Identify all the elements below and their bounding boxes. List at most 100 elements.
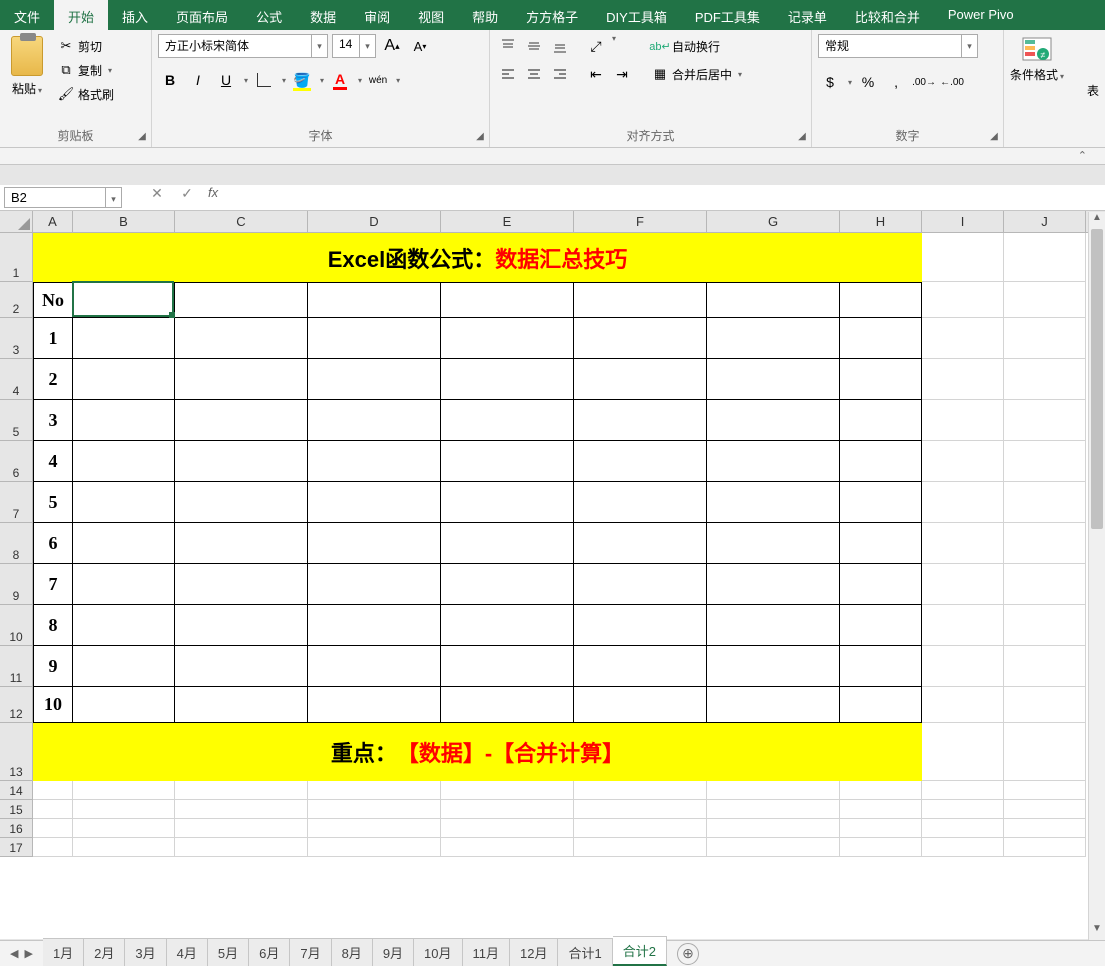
cell[interactable]: 1 bbox=[33, 318, 73, 359]
cell[interactable] bbox=[707, 781, 840, 800]
cell[interactable] bbox=[308, 800, 441, 819]
cell[interactable] bbox=[922, 282, 1004, 318]
cell[interactable] bbox=[1004, 605, 1086, 646]
cell[interactable] bbox=[308, 282, 441, 318]
cell[interactable] bbox=[73, 482, 175, 523]
cell[interactable] bbox=[574, 781, 707, 800]
col-header-D[interactable]: D bbox=[308, 211, 441, 232]
underline-button[interactable]: U bbox=[214, 68, 238, 92]
cell[interactable] bbox=[922, 800, 1004, 819]
cell[interactable] bbox=[308, 482, 441, 523]
row-header-12[interactable]: 12 bbox=[0, 687, 33, 723]
cell[interactable] bbox=[840, 646, 922, 687]
sheet-tab-1月[interactable]: 1月 bbox=[43, 938, 84, 966]
cell[interactable] bbox=[707, 564, 840, 605]
cell[interactable] bbox=[175, 564, 308, 605]
align-center-button[interactable] bbox=[522, 62, 546, 86]
cell[interactable] bbox=[73, 781, 175, 800]
sheet-tab-4月[interactable]: 4月 bbox=[167, 938, 208, 966]
cell[interactable] bbox=[922, 723, 1004, 781]
decrease-decimal-button[interactable]: ←.00 bbox=[940, 70, 964, 94]
cell[interactable] bbox=[175, 318, 308, 359]
border-button[interactable] bbox=[252, 68, 276, 92]
menu-tab-6[interactable]: 审阅 bbox=[350, 0, 404, 30]
cell[interactable] bbox=[1004, 441, 1086, 482]
cell[interactable] bbox=[840, 781, 922, 800]
percent-button[interactable]: % bbox=[856, 70, 880, 94]
cell[interactable] bbox=[441, 646, 574, 687]
col-header-C[interactable]: C bbox=[175, 211, 308, 232]
cell[interactable] bbox=[441, 781, 574, 800]
name-box[interactable]: B2▾ bbox=[4, 187, 122, 208]
cell[interactable] bbox=[922, 482, 1004, 523]
cell[interactable] bbox=[441, 318, 574, 359]
sheet-tab-9月[interactable]: 9月 bbox=[373, 938, 414, 966]
cell[interactable] bbox=[73, 646, 175, 687]
row-header-11[interactable]: 11 bbox=[0, 646, 33, 687]
cell[interactable]: 2 bbox=[33, 359, 73, 400]
font-size-select[interactable]: 14▾ bbox=[332, 34, 376, 58]
cell[interactable] bbox=[73, 800, 175, 819]
cell[interactable] bbox=[840, 838, 922, 857]
cell[interactable] bbox=[574, 282, 707, 318]
orientation-button[interactable]: ⤢ bbox=[584, 34, 608, 58]
cell[interactable] bbox=[175, 441, 308, 482]
cell[interactable] bbox=[707, 482, 840, 523]
cell[interactable] bbox=[308, 318, 441, 359]
cell[interactable]: 8 bbox=[33, 605, 73, 646]
formula-input[interactable] bbox=[224, 185, 1105, 210]
cell[interactable] bbox=[922, 233, 1004, 282]
number-format-select[interactable]: 常规▾ bbox=[818, 34, 978, 58]
col-header-I[interactable]: I bbox=[922, 211, 1004, 232]
cell[interactable] bbox=[73, 523, 175, 564]
cell[interactable] bbox=[574, 359, 707, 400]
increase-font-button[interactable]: A▴ bbox=[380, 34, 404, 58]
cell[interactable] bbox=[574, 838, 707, 857]
cell[interactable] bbox=[308, 646, 441, 687]
cell[interactable] bbox=[308, 781, 441, 800]
cell[interactable] bbox=[308, 359, 441, 400]
new-sheet-button[interactable]: ⊕ bbox=[677, 943, 699, 965]
cell[interactable] bbox=[441, 819, 574, 838]
cell[interactable] bbox=[707, 400, 840, 441]
row-header-13[interactable]: 13 bbox=[0, 723, 33, 781]
cell[interactable] bbox=[441, 523, 574, 564]
cell[interactable] bbox=[922, 359, 1004, 400]
currency-button[interactable]: $ bbox=[818, 70, 842, 94]
align-right-button[interactable] bbox=[548, 62, 572, 86]
cell[interactable] bbox=[840, 400, 922, 441]
fill-color-button[interactable]: 🪣 bbox=[290, 68, 314, 92]
cell[interactable] bbox=[707, 838, 840, 857]
cell[interactable] bbox=[308, 523, 441, 564]
cell[interactable] bbox=[840, 605, 922, 646]
cell[interactable] bbox=[73, 400, 175, 441]
align-top-button[interactable] bbox=[496, 34, 520, 58]
number-dialog-launcher[interactable]: ◢ bbox=[987, 131, 1001, 145]
cell[interactable] bbox=[574, 482, 707, 523]
col-header-B[interactable]: B bbox=[73, 211, 175, 232]
row-header-6[interactable]: 6 bbox=[0, 441, 33, 482]
cell[interactable] bbox=[840, 359, 922, 400]
cell[interactable] bbox=[840, 687, 922, 723]
cell[interactable] bbox=[175, 781, 308, 800]
menu-tab-4[interactable]: 公式 bbox=[242, 0, 296, 30]
menu-tab-10[interactable]: DIY工具箱 bbox=[592, 0, 681, 30]
col-header-H[interactable]: H bbox=[840, 211, 922, 232]
cell[interactable] bbox=[308, 605, 441, 646]
wrap-text-button[interactable]: ab↵自动换行 bbox=[648, 34, 746, 58]
cell[interactable] bbox=[840, 482, 922, 523]
cell[interactable] bbox=[574, 800, 707, 819]
cell[interactable] bbox=[922, 523, 1004, 564]
cell[interactable] bbox=[73, 687, 175, 723]
indent-increase-button[interactable]: ⇥ bbox=[610, 62, 634, 86]
sheet-nav-prev[interactable]: ◀ bbox=[10, 947, 18, 960]
cell[interactable]: No bbox=[33, 282, 73, 318]
menu-tab-5[interactable]: 数据 bbox=[296, 0, 350, 30]
cell[interactable] bbox=[1004, 359, 1086, 400]
cell[interactable]: 6 bbox=[33, 523, 73, 564]
row-header-1[interactable]: 1 bbox=[0, 233, 33, 282]
cell[interactable] bbox=[308, 838, 441, 857]
cell[interactable] bbox=[441, 838, 574, 857]
cell[interactable] bbox=[1004, 564, 1086, 605]
cell[interactable] bbox=[707, 441, 840, 482]
